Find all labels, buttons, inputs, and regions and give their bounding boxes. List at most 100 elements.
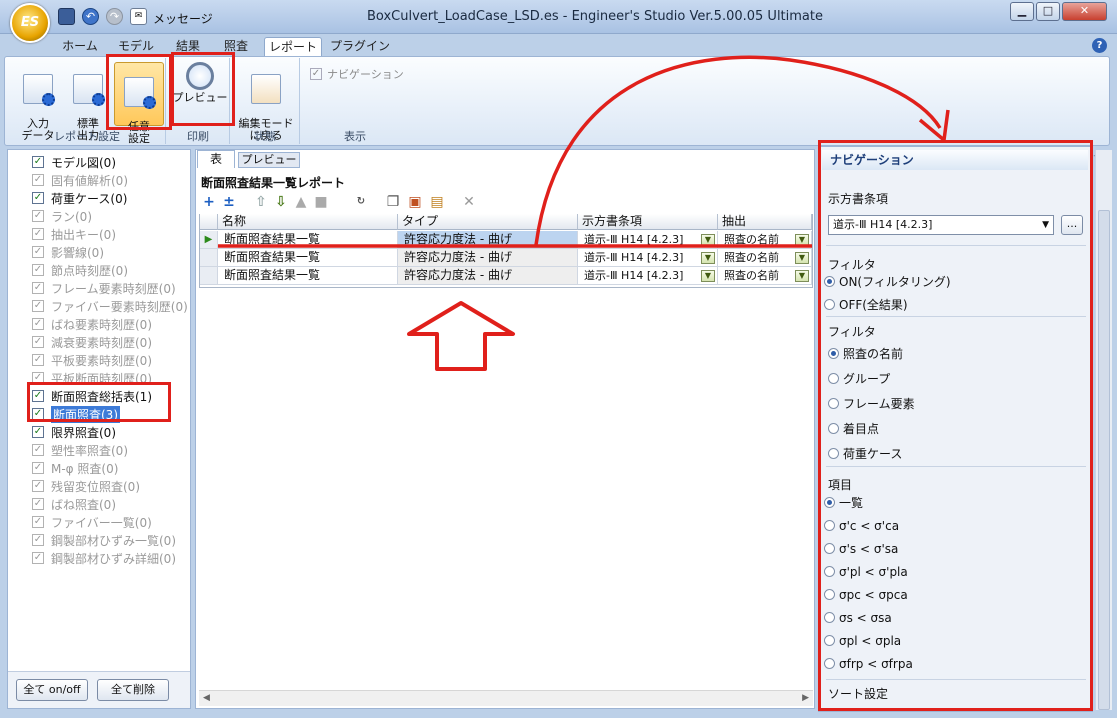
cell-name[interactable]: 断面照査結果一覧 xyxy=(218,249,398,267)
tree-checkbox[interactable]: ✓ xyxy=(32,462,44,474)
tab-home[interactable]: ホーム xyxy=(58,37,102,56)
table-row[interactable]: ▶ 断面照査結果一覧 許容応力度法 - 曲げ 道示-Ⅲ H14 [4.2.3] ▼ 照査の… xyxy=(200,231,812,249)
scroll-thumb[interactable] xyxy=(1098,210,1110,710)
tree-item[interactable]: ✓ 抽出キー(0) xyxy=(32,225,190,243)
radio-icon[interactable] xyxy=(828,348,839,359)
column-header-type[interactable]: タイプ xyxy=(398,214,578,230)
tree-item[interactable]: ✓ 影響線(0) xyxy=(32,243,190,261)
table-row[interactable]: 断面照査結果一覧 許容応力度法 - 曲げ 道示-Ⅲ H14 [4.2.3] ▼ 照査の名… xyxy=(200,267,812,285)
column-header-name[interactable]: 名称 xyxy=(218,214,398,230)
move-top-icon[interactable]: ▲ xyxy=(293,194,309,210)
tree-checkbox[interactable]: ✓ xyxy=(32,282,44,294)
tab-results[interactable]: 結果 xyxy=(170,37,206,56)
radio-option[interactable]: ON(フィルタリング) xyxy=(824,270,951,293)
cell-clause[interactable]: 道示-Ⅲ H14 [4.2.3] ▼ xyxy=(578,231,718,249)
tree-item[interactable]: ✓ 鋼製部材ひずみ一覧(0) xyxy=(32,531,190,549)
radio-icon[interactable] xyxy=(828,398,839,409)
tree-item[interactable]: ✓ 限界照査(0) xyxy=(32,423,190,441)
radio-icon[interactable] xyxy=(824,635,835,646)
add-icon[interactable]: + xyxy=(201,194,217,210)
cell-extract[interactable]: 照査の名前 ▼ xyxy=(718,231,812,249)
radio-option[interactable]: フレーム要素 xyxy=(828,391,915,416)
cell-clause[interactable]: 道示-Ⅲ H14 [4.2.3] ▼ xyxy=(578,267,718,285)
tree-item[interactable]: ✓ ばね要素時刻歴(0) xyxy=(32,315,190,333)
dropdown-icon[interactable]: ▼ xyxy=(795,252,809,264)
radio-icon[interactable] xyxy=(824,276,835,287)
row-header[interactable]: ▶ xyxy=(200,231,218,249)
table-row[interactable]: 断面照査結果一覧 許容応力度法 - 曲げ 道示-Ⅲ H14 [4.2.3] ▼ 照査の名… xyxy=(200,249,812,267)
scroll-left-icon[interactable]: ◀ xyxy=(203,693,210,703)
tree-checkbox[interactable]: ✓ xyxy=(32,498,44,510)
row-header[interactable] xyxy=(200,267,218,285)
tree-item[interactable]: ✓ ファイバー一覧(0) xyxy=(32,513,190,531)
maximize-button[interactable]: □ xyxy=(1036,2,1060,21)
radio-option[interactable]: グループ xyxy=(828,366,915,391)
radio-option[interactable]: 一覧 xyxy=(824,491,913,514)
tree-checkbox[interactable]: ✓ xyxy=(32,354,44,366)
radio-option[interactable]: 荷重ケース xyxy=(828,441,915,466)
radio-option[interactable]: OFF(全結果) xyxy=(824,293,951,316)
tree-item[interactable]: ✓ 減衰要素時刻歴(0) xyxy=(32,333,190,351)
tree-item[interactable]: ✓ 鋼製部材ひずみ詳細(0) xyxy=(32,549,190,567)
cell-clause[interactable]: 道示-Ⅲ H14 [4.2.3] ▼ xyxy=(578,249,718,267)
tab-table[interactable]: 表 xyxy=(197,150,235,168)
tree-checkbox[interactable]: ✓ xyxy=(32,552,44,564)
tree-checkbox[interactable]: ✓ xyxy=(32,210,44,222)
dropdown-icon[interactable]: ▼ xyxy=(701,252,715,264)
radio-icon[interactable] xyxy=(824,520,835,531)
close-button[interactable]: ✕ xyxy=(1062,2,1107,21)
radio-option[interactable]: σ'pl < σ'pla xyxy=(824,560,913,583)
sort-icon[interactable]: ↻ xyxy=(353,194,369,210)
radio-icon[interactable] xyxy=(828,423,839,434)
save-icon[interactable] xyxy=(58,8,75,25)
radio-option[interactable]: σs < σsa xyxy=(824,606,913,629)
insert-icon[interactable]: ± xyxy=(221,194,237,210)
radio-icon[interactable] xyxy=(824,589,835,600)
cell-type[interactable]: 許容応力度法 - 曲げ xyxy=(398,267,578,285)
tree-checkbox[interactable]: ✓ xyxy=(32,174,44,186)
message-icon[interactable]: ✉ xyxy=(130,8,147,25)
radio-option[interactable]: 着目点 xyxy=(828,416,915,441)
cell-extract[interactable]: 照査の名前 ▼ xyxy=(718,267,812,285)
cell-type[interactable]: 許容応力度法 - 曲げ xyxy=(398,231,578,249)
tree-checkbox[interactable]: ✓ xyxy=(32,534,44,546)
radio-option[interactable]: σ'c < σ'ca xyxy=(824,514,913,537)
dropdown-icon[interactable]: ▼ xyxy=(701,270,715,282)
tree-checkbox[interactable]: ✓ xyxy=(32,228,44,240)
tab-plugin[interactable]: プラグイン xyxy=(330,37,390,56)
radio-icon[interactable] xyxy=(824,299,835,310)
horizontal-scrollbar[interactable]: ◀ ▶ xyxy=(199,690,813,706)
dropdown-icon[interactable]: ▼ xyxy=(795,234,809,246)
cell-name[interactable]: 断面照査結果一覧 xyxy=(218,267,398,285)
radio-icon[interactable] xyxy=(824,497,835,508)
tree-checkbox[interactable]: ✓ xyxy=(32,264,44,276)
move-up-icon[interactable]: ⇧ xyxy=(253,194,269,210)
tree-checkbox[interactable]: ✓ xyxy=(32,336,44,348)
delete-all-button[interactable]: 全て削除 xyxy=(97,679,169,701)
tree-item[interactable]: ✓ 平板要素時刻歴(0) xyxy=(32,351,190,369)
clause-dropdown[interactable]: 道示-Ⅲ H14 [4.2.3] ▼ xyxy=(828,215,1054,235)
export-icon[interactable]: ▣ xyxy=(407,194,423,210)
tab-preview[interactable]: プレビュー xyxy=(238,152,300,168)
radio-icon[interactable] xyxy=(828,448,839,459)
scroll-right-icon[interactable]: ▶ xyxy=(802,693,809,703)
tree-item[interactable]: ✓ 節点時刻歴(0) xyxy=(32,261,190,279)
radio-icon[interactable] xyxy=(824,612,835,623)
tab-check[interactable]: 照査 xyxy=(216,37,256,56)
radio-option[interactable]: σpc < σpca xyxy=(824,583,913,606)
radio-icon[interactable] xyxy=(824,658,835,669)
dropdown-icon[interactable]: ▼ xyxy=(795,270,809,282)
cell-type[interactable]: 許容応力度法 - 曲げ xyxy=(398,249,578,267)
cell-name[interactable]: 断面照査結果一覧 xyxy=(218,231,398,249)
tree-item[interactable]: ✓ モデル図(0) xyxy=(32,153,190,171)
clause-browse-button[interactable]: ... xyxy=(1061,215,1083,235)
cell-extract[interactable]: 照査の名前 ▼ xyxy=(718,249,812,267)
help-icon[interactable]: ? xyxy=(1092,38,1107,53)
tree-checkbox[interactable]: ✓ xyxy=(32,444,44,456)
radio-icon[interactable] xyxy=(824,566,835,577)
radio-option[interactable]: σfrp < σfrpa xyxy=(824,652,913,675)
redo-icon[interactable]: ↷ xyxy=(106,8,123,25)
tree-checkbox[interactable]: ✓ xyxy=(32,390,44,402)
column-header-clause[interactable]: 示方書条項 xyxy=(578,214,718,230)
tree-item[interactable]: ✓ 固有値解析(0) xyxy=(32,171,190,189)
